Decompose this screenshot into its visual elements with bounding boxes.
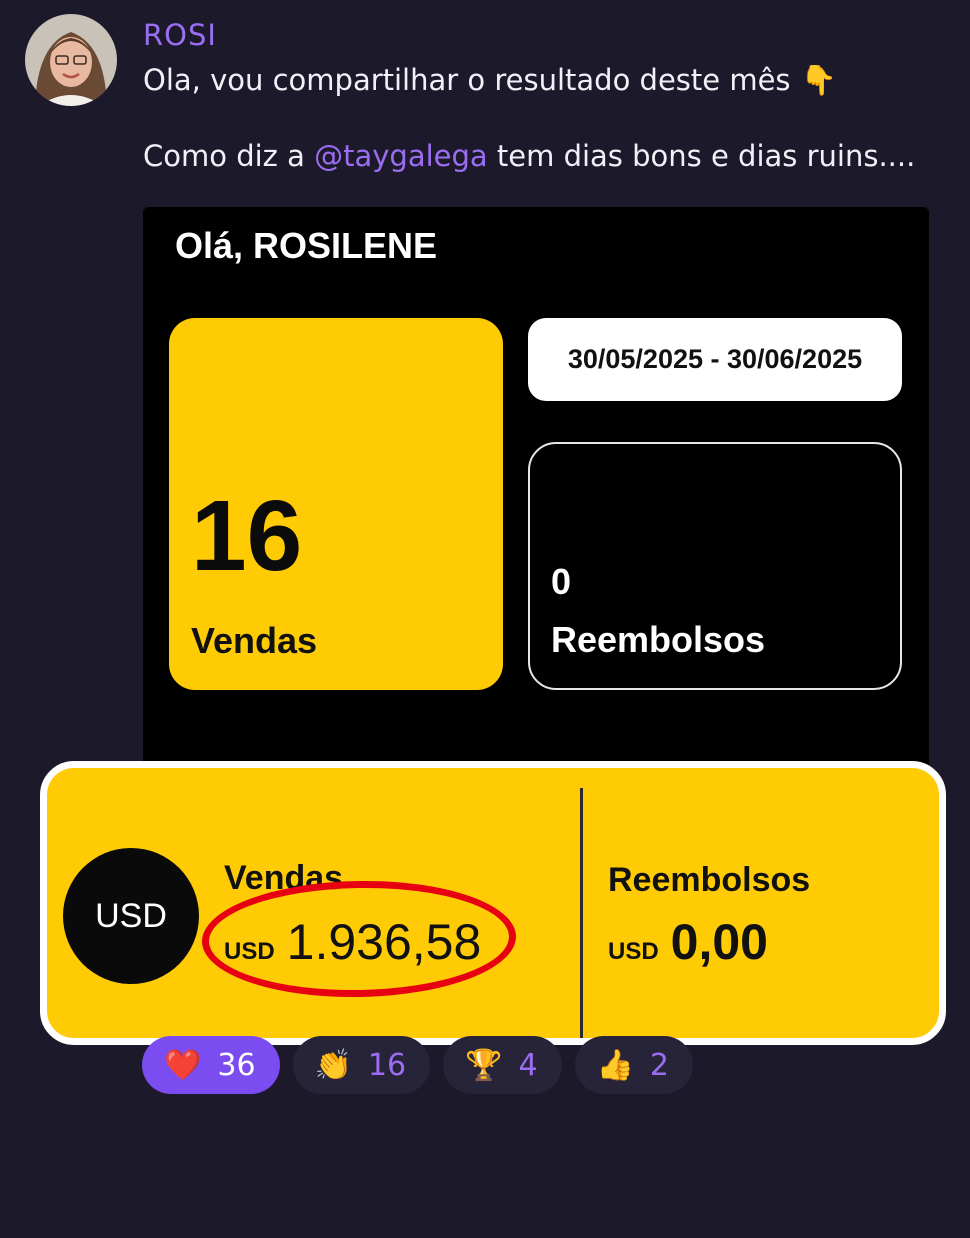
user-mention-link[interactable]: @taygalega [314, 139, 488, 173]
post-text-line-1: Ola, vou compartilhar o resultado deste … [143, 63, 791, 97]
currency-badge: USD [63, 848, 199, 984]
reaction-count: 4 [518, 1047, 538, 1083]
reaction-trophy[interactable]: 🏆 4 [443, 1036, 562, 1094]
sales-card: 16 Vendas [169, 318, 503, 690]
refunds-label: Reembolsos [551, 619, 766, 660]
heart-icon: ❤️ [164, 1047, 202, 1083]
clap-icon: 👏 [314, 1047, 352, 1083]
refunds-count: 0 [551, 561, 572, 602]
post-author[interactable]: ROSI [143, 18, 217, 52]
attached-screenshot[interactable]: Olá, ROSILENE 16 Vendas 30/05/2025 - 30/… [143, 207, 929, 777]
date-range-pill: 30/05/2025 - 30/06/2025 [528, 318, 902, 401]
reaction-thumbs-up[interactable]: 👍 2 [574, 1036, 693, 1094]
thumbs-up-icon: 👍 [596, 1047, 634, 1083]
post-text-before-mention: Como diz a [143, 139, 315, 173]
trophy-icon: 🏆 [465, 1047, 503, 1083]
revenue-summary-panel: USD Vendas USD 1.936,58 Reembolsos USD 0… [40, 761, 946, 1045]
sales-count: 16 [191, 480, 303, 592]
post-line-2: Como diz a @taygalega tem dias bons e di… [143, 139, 915, 173]
refunds-currency: USD [608, 938, 659, 965]
reaction-clap[interactable]: 👏 16 [292, 1036, 431, 1094]
summary-refunds-label: Reembolsos [608, 861, 811, 899]
post-text-after-mention: tem dias bons e dias ruins.... [487, 139, 916, 173]
panel-divider [580, 788, 583, 1038]
sales-label: Vendas [191, 620, 318, 661]
reactions-bar: ❤️ 36 👏 16 🏆 4 👍 2 [142, 1036, 693, 1094]
refunds-card: 0 Reembolsos [528, 442, 902, 690]
dashboard-greeting: Olá, ROSILENE [175, 225, 438, 266]
pointing-down-icon: 👇 [800, 63, 837, 97]
post-line-1: Ola, vou compartilhar o resultado deste … [143, 63, 837, 98]
reaction-heart[interactable]: ❤️ 36 [142, 1036, 280, 1094]
avatar[interactable] [25, 14, 117, 106]
refunds-amount-value: 0,00 [670, 914, 768, 970]
reaction-count: 2 [649, 1047, 669, 1083]
summary-refunds-amount: USD 0,00 [608, 913, 768, 971]
reaction-count: 36 [217, 1047, 256, 1083]
reaction-count: 16 [367, 1047, 407, 1083]
